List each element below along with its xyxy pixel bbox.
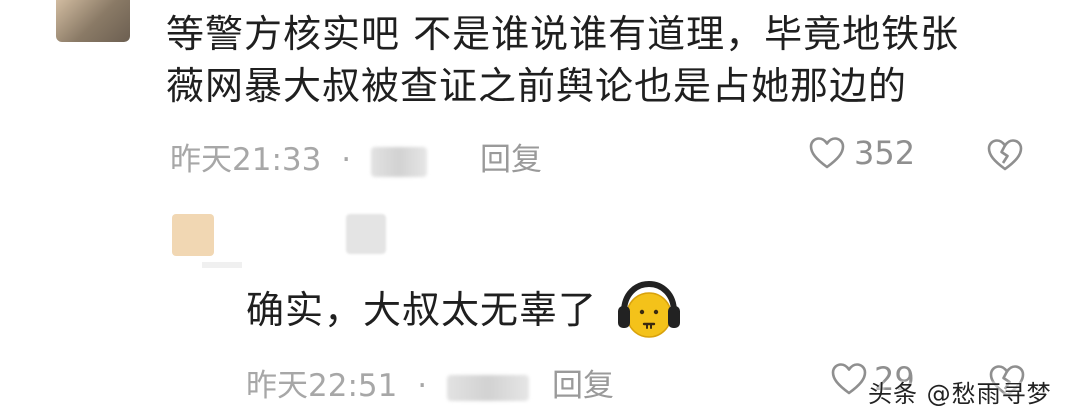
blurred-username [346, 214, 386, 254]
watermark: 头条 @愁雨寻梦 [868, 380, 1052, 408]
reply-button[interactable]: 回复 [552, 360, 614, 405]
avatar[interactable] [172, 214, 214, 256]
blurred-username [370, 146, 427, 177]
headphones-face-emoji [618, 280, 680, 338]
blurred-username [446, 374, 529, 401]
like-button[interactable]: 352 [808, 134, 915, 172]
comment-text-line: 薇网暴大叔被查证之前舆论也是占她那边的 [166, 64, 908, 108]
divider [202, 262, 242, 268]
dislike-button[interactable] [986, 138, 1024, 176]
comment-meta: 昨天22:51 · [246, 360, 529, 405]
comment-text: 等警方核实吧 不是谁说谁有道理，毕竟地铁张 薇网暴大叔被查证之前舆论也是占她那边… [166, 8, 1046, 112]
broken-heart-icon [987, 139, 1023, 171]
comment-meta: 昨天21:33 · [170, 134, 427, 179]
heart-outline-icon [809, 137, 845, 169]
like-count: 352 [854, 134, 916, 172]
comment-text-line: 等警方核实吧 不是谁说谁有道理，毕竟地铁张 [166, 12, 960, 56]
comment-text: 确实，大叔太无辜了 [246, 288, 598, 332]
meta-separator: · [417, 368, 428, 404]
timestamp: 昨天22:51 [246, 368, 398, 404]
avatar[interactable] [56, 0, 130, 42]
meta-separator: · [341, 142, 352, 178]
heart-outline-icon [831, 363, 867, 395]
reply-button[interactable]: 回复 [480, 134, 542, 179]
timestamp: 昨天21:33 [170, 142, 322, 178]
